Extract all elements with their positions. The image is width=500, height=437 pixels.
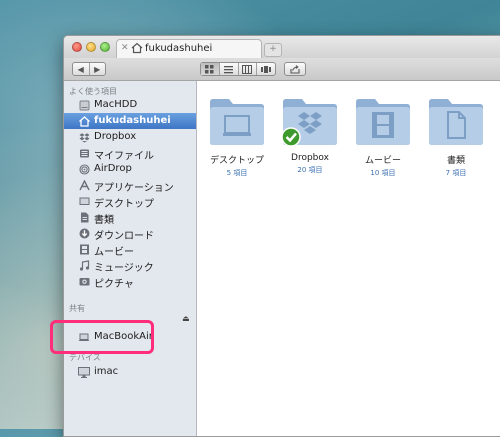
highlight-annotation bbox=[50, 320, 154, 354]
folder-count: 10 項目 bbox=[370, 169, 396, 177]
back-forward-control: ◀ ▶ bbox=[72, 62, 106, 76]
folder-name: Dropbox bbox=[291, 153, 329, 163]
disk-icon bbox=[78, 99, 90, 111]
home-icon bbox=[78, 115, 90, 127]
folder-icon bbox=[210, 99, 264, 145]
tab-title: fukudashuhei bbox=[145, 43, 213, 54]
folder-icon bbox=[429, 99, 483, 145]
zoom-window-button[interactable] bbox=[100, 42, 110, 52]
icon-view-button[interactable] bbox=[201, 63, 220, 75]
view-mode-control bbox=[200, 62, 276, 76]
minimize-window-button[interactable] bbox=[86, 42, 96, 52]
sidebar-item-machdd[interactable]: MacHDD bbox=[64, 97, 196, 113]
movies-icon bbox=[78, 243, 90, 255]
sidebar-item-label: Dropbox bbox=[94, 131, 137, 142]
eject-icon[interactable]: ⏏ bbox=[182, 314, 190, 323]
sidebar-item-label: AirDrop bbox=[94, 163, 132, 174]
sidebar-item-label: ムービー bbox=[94, 247, 134, 258]
sidebar-item-airdrop[interactable]: AirDrop bbox=[64, 161, 196, 177]
sidebar-item-music[interactable]: ミュージック bbox=[64, 257, 196, 274]
sidebar-item-dropbox[interactable]: Dropbox bbox=[64, 129, 196, 145]
imac-icon bbox=[78, 366, 90, 378]
shared-header: 共有 bbox=[69, 304, 85, 313]
sidebar-item-desktop[interactable]: デスクトップ bbox=[64, 193, 196, 210]
folder-name: 書類 bbox=[446, 156, 465, 166]
applications-icon bbox=[78, 179, 90, 191]
sidebar-item-label: ミュージック bbox=[94, 263, 154, 274]
sidebar-item-label: imac bbox=[94, 366, 119, 377]
close-window-button[interactable] bbox=[72, 42, 82, 52]
folder-item-dropbox[interactable]: Dropbox 20 項目 bbox=[270, 96, 350, 175]
sidebar-item-documents[interactable]: 書類 bbox=[64, 209, 196, 226]
column-view-button[interactable] bbox=[239, 63, 258, 75]
sidebar-item-label: デスクトップ bbox=[94, 199, 154, 210]
sidebar-item-label: MacHDD bbox=[94, 99, 138, 110]
sidebar-item-label: マイファイル bbox=[94, 151, 154, 162]
forward-button[interactable]: ▶ bbox=[90, 63, 106, 75]
column-view-icon bbox=[242, 64, 253, 74]
icon-view-icon bbox=[205, 64, 214, 73]
sidebar-item-pictures[interactable]: ピクチャ bbox=[64, 273, 196, 290]
folder-count: 7 項目 bbox=[445, 169, 467, 177]
title-bar[interactable]: ✕ fukudashuhei + bbox=[64, 36, 500, 58]
coverflow-view-icon bbox=[261, 65, 272, 73]
folder-name: ムービー bbox=[364, 156, 401, 166]
downloads-icon bbox=[78, 227, 90, 239]
pictures-icon bbox=[78, 275, 90, 287]
tab-close-icon[interactable]: ✕ bbox=[121, 43, 129, 53]
folder-icon bbox=[281, 99, 337, 147]
folder-item-desktop[interactable]: デスクトップ 5 項目 bbox=[197, 96, 277, 178]
sync-check-icon bbox=[281, 127, 301, 147]
share-icon bbox=[290, 64, 300, 74]
sidebar-item-label: fukudashuhei bbox=[94, 115, 171, 126]
sidebar-item-imac[interactable]: imac bbox=[64, 364, 196, 380]
favorites-header: よく使う項目 bbox=[69, 87, 117, 96]
tab-home[interactable]: ✕ fukudashuhei bbox=[116, 39, 262, 58]
sidebar-item-label: 書類 bbox=[94, 215, 114, 226]
music-icon bbox=[78, 259, 90, 271]
sidebar-item-label: アプリケーション bbox=[94, 183, 174, 194]
sidebar-item-fukudashuhei[interactable]: fukudashuhei bbox=[64, 113, 196, 129]
all-files-icon bbox=[78, 147, 90, 159]
folder-count: 5 項目 bbox=[226, 169, 248, 177]
finder-window: ✕ fukudashuhei + ◀ ▶ よく使う項目 MacHDD fukud… bbox=[63, 35, 500, 437]
sidebar-item-label: ピクチャ bbox=[94, 279, 134, 290]
dropbox-icon bbox=[78, 131, 90, 143]
documents-icon bbox=[78, 211, 90, 223]
film-icon bbox=[372, 112, 394, 138]
sidebar: よく使う項目 MacHDD fukudashuhei Dropbox マイファイ… bbox=[64, 81, 197, 436]
file-browser: デスクトップ 5 項目 Dropbox 20 項目 ムービー 10 項目 書類 … bbox=[197, 81, 500, 436]
share-control bbox=[284, 62, 306, 76]
home-icon bbox=[131, 42, 143, 54]
back-button[interactable]: ◀ bbox=[73, 63, 90, 75]
sidebar-item-movies[interactable]: ムービー bbox=[64, 241, 196, 258]
list-view-icon bbox=[224, 65, 234, 73]
toolbar: ◀ ▶ bbox=[64, 58, 500, 81]
sidebar-item-my-files[interactable]: マイファイル bbox=[64, 145, 196, 162]
coverflow-view-button[interactable] bbox=[257, 63, 275, 75]
desktop-icon bbox=[78, 195, 90, 207]
sidebar-item-applications[interactable]: アプリケーション bbox=[64, 177, 196, 194]
sidebar-item-downloads[interactable]: ダウンロード bbox=[64, 225, 196, 242]
folder-count: 20 項目 bbox=[297, 166, 323, 174]
folder-name: デスクトップ bbox=[209, 156, 264, 166]
folder-item-movies[interactable]: ムービー 10 項目 bbox=[343, 96, 423, 178]
share-button[interactable] bbox=[285, 63, 305, 75]
airdrop-icon bbox=[78, 163, 90, 175]
sidebar-item-label: ダウンロード bbox=[94, 231, 154, 242]
new-tab-button[interactable]: + bbox=[264, 43, 282, 57]
folder-icon bbox=[356, 99, 410, 145]
folder-item-documents[interactable]: 書類 7 項目 bbox=[416, 96, 496, 178]
list-view-button[interactable] bbox=[220, 63, 239, 75]
